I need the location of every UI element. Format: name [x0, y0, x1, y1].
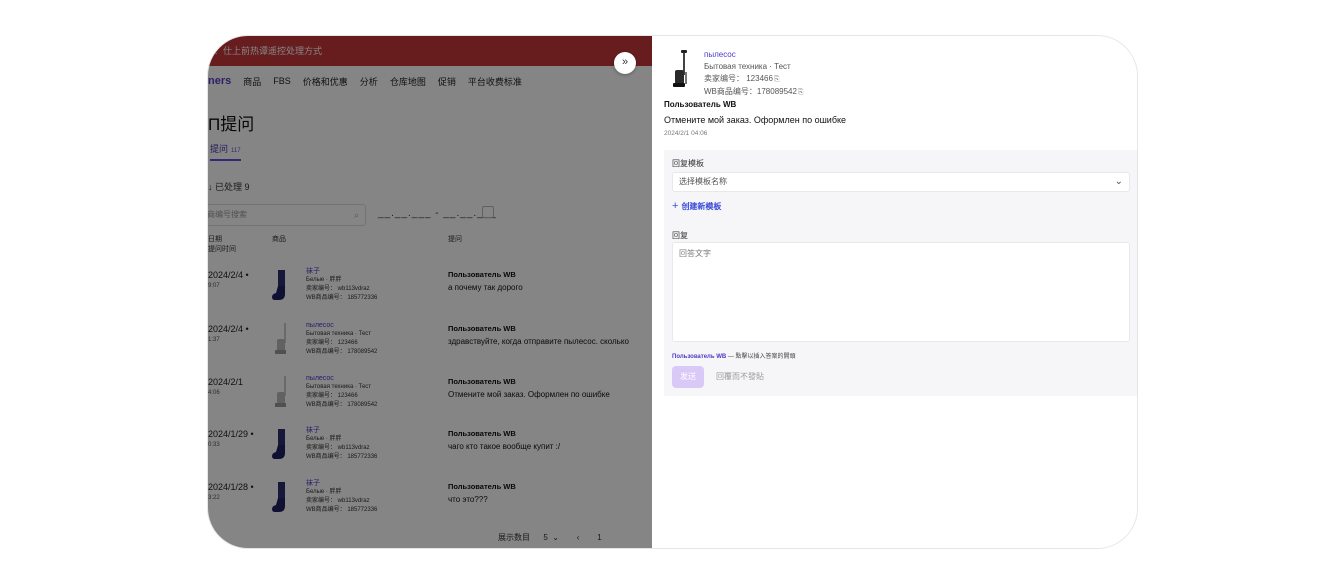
question-text: Отмените мой заказ. Оформлен по ошибке — [664, 115, 847, 125]
hint-text: — 點擊以插入答案的開頭 — [726, 354, 796, 360]
template-placeholder: 选择模板名称 — [679, 177, 727, 186]
product-name-link[interactable]: пылесос — [704, 49, 804, 61]
create-template-button[interactable]: + 创建新模板 — [672, 200, 721, 212]
copy-icon[interactable]: ⎘ — [774, 76, 780, 83]
plus-icon: + — [672, 200, 679, 212]
vacuum-product-image — [673, 50, 687, 87]
insert-hint: Пользователь WB — 點擊以插入答案的開頭 — [672, 351, 796, 360]
asker-name: Пользователь WB — [664, 100, 737, 109]
collapse-drawer-button[interactable]: » — [614, 52, 636, 74]
seller-sku-value: 123466 — [746, 74, 773, 83]
reply-without-post-button[interactable]: 回覆而不發貼 — [716, 366, 764, 388]
reply-panel: 回复模板 选择模板名称 ⌄ + 创建新模板 回复 回答文字 Пользовател… — [664, 150, 1137, 396]
question-timestamp: 2024/2/1 04:06 — [664, 130, 708, 137]
product-info: пылесос Бытовая техника · Тест 卖家编号： 123… — [704, 49, 804, 99]
create-template-label: 创建新模板 — [681, 202, 722, 211]
wb-sku-label: WB商品编号： — [704, 87, 757, 96]
reply-placeholder: 回答文字 — [679, 249, 711, 258]
reply-textarea[interactable]: 回答文字 — [672, 242, 1130, 342]
insert-username-link[interactable]: Пользователь WB — [672, 354, 726, 360]
wb-sku-row: WB商品编号：178089542⎘ — [704, 86, 804, 99]
send-button[interactable]: 发送 — [672, 366, 704, 388]
seller-sku-row: 卖家编号： 123466⎘ — [704, 73, 804, 86]
device-frame: ？仕上前热谭遥控处理方式 ners 商品 FBS 价格和优惠 分析 仓库地图 促… — [208, 36, 1137, 548]
modal-overlay[interactable] — [208, 36, 652, 548]
question-drawer: пылесос Бытовая техника · Тест 卖家编号： 123… — [652, 36, 1137, 548]
template-select[interactable]: 选择模板名称 ⌄ — [672, 172, 1130, 192]
template-label: 回复模板 — [672, 159, 704, 168]
chevron-down-icon: ⌄ — [1114, 176, 1123, 187]
wb-sku-value: 178089542 — [756, 87, 797, 96]
reply-label: 回复 — [672, 231, 688, 240]
copy-icon[interactable]: ⎘ — [798, 89, 804, 96]
seller-sku-label: 卖家编号： — [704, 74, 744, 83]
product-category: Бытовая техника · Тест — [704, 62, 791, 71]
